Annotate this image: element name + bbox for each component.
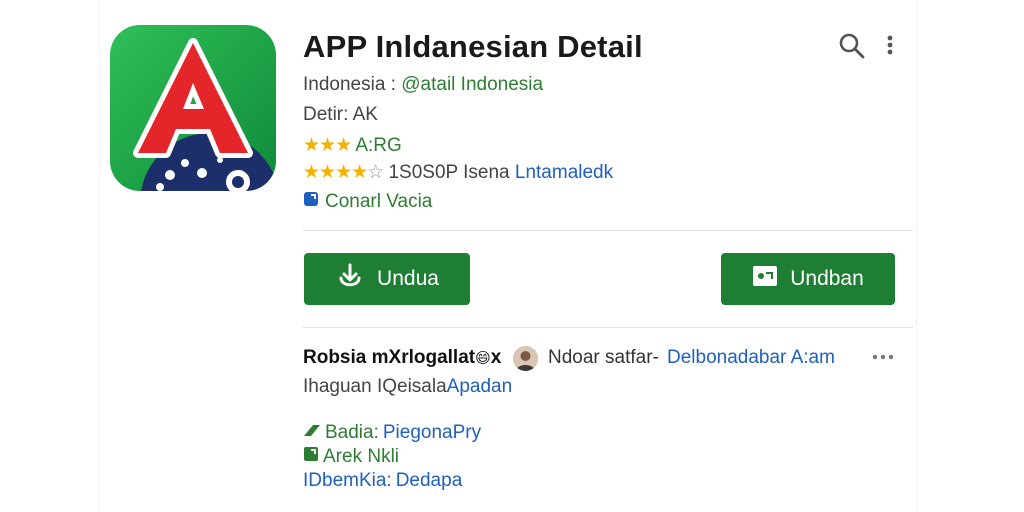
divider [303,327,913,328]
emoji-icon: 😄 [475,350,491,367]
more-vert-icon[interactable] [880,32,900,60]
app-logo-icon [110,25,276,191]
rating-row: ★★★★☆ 1S0S0P Isena Lntamaledk [303,161,613,184]
reviewer-name: Ndoar satfar- [548,347,659,368]
developer-link[interactable]: @atail Indonesia [401,74,543,95]
download-icon [335,261,365,297]
developer-label: Indonesia : [303,74,396,95]
developer-row: Indonesia : @atail Indonesia [303,74,543,96]
meta-row-1: Badia: PiegonaPry [303,422,481,444]
avatar[interactable] [513,346,538,371]
category-icon [303,191,319,213]
open-app-icon [752,265,778,293]
meta-value[interactable]: Dedapa [396,470,463,492]
review-link[interactable]: Delbonadabar A:am [667,347,835,369]
meta-row-3: IDbemKia: Dedapa [303,470,462,492]
meta-label: Badia: [325,422,379,443]
download-button[interactable]: Undua [304,253,470,305]
category-icon [303,446,319,468]
category-label: Conarl Vacia [325,191,433,212]
review-title-row: Robsia mXrlogallat😄x [303,347,501,369]
meta-label: IDbemKia: [303,470,392,491]
rating-stars-primary: ★★★ [303,135,352,156]
more-horiz-icon[interactable] [871,348,895,366]
open-app-label: Undban [790,267,864,290]
tag-icon [303,422,321,444]
download-label: Undua [377,267,439,290]
rating-stars-secondary: ★★★★ [303,162,368,183]
rating-short: A:RG [355,135,402,156]
rating-text: 1S0S0P Isena [388,162,510,183]
rating-short-row: ★★★ A:RG [303,134,402,157]
category-row[interactable]: Conarl Vacia [303,191,432,213]
rating-link[interactable]: Lntamaledk [515,162,613,183]
review-subtext-row: Ihaguan IQeisalaApadan [303,376,512,398]
search-icon[interactable] [838,32,866,60]
meta-value[interactable]: PiegonaPry [383,422,481,444]
star-empty-icon: ☆ [367,162,384,183]
review-title: Robsia mXrlogallat [303,347,476,368]
review-sub-link[interactable]: Apadan [447,376,513,397]
meta-label: Arek Nkli [323,446,400,467]
meta-row-2: Arek Nkli [303,446,399,468]
review-title-suffix: x [490,347,502,368]
open-app-button[interactable]: Undban [721,253,895,305]
detail-line: Detir: AK [303,104,378,125]
divider [303,230,913,231]
app-title: APP Inldanesian Detail [303,29,643,64]
review-subtext: Ihaguan IQeisala [303,376,447,397]
